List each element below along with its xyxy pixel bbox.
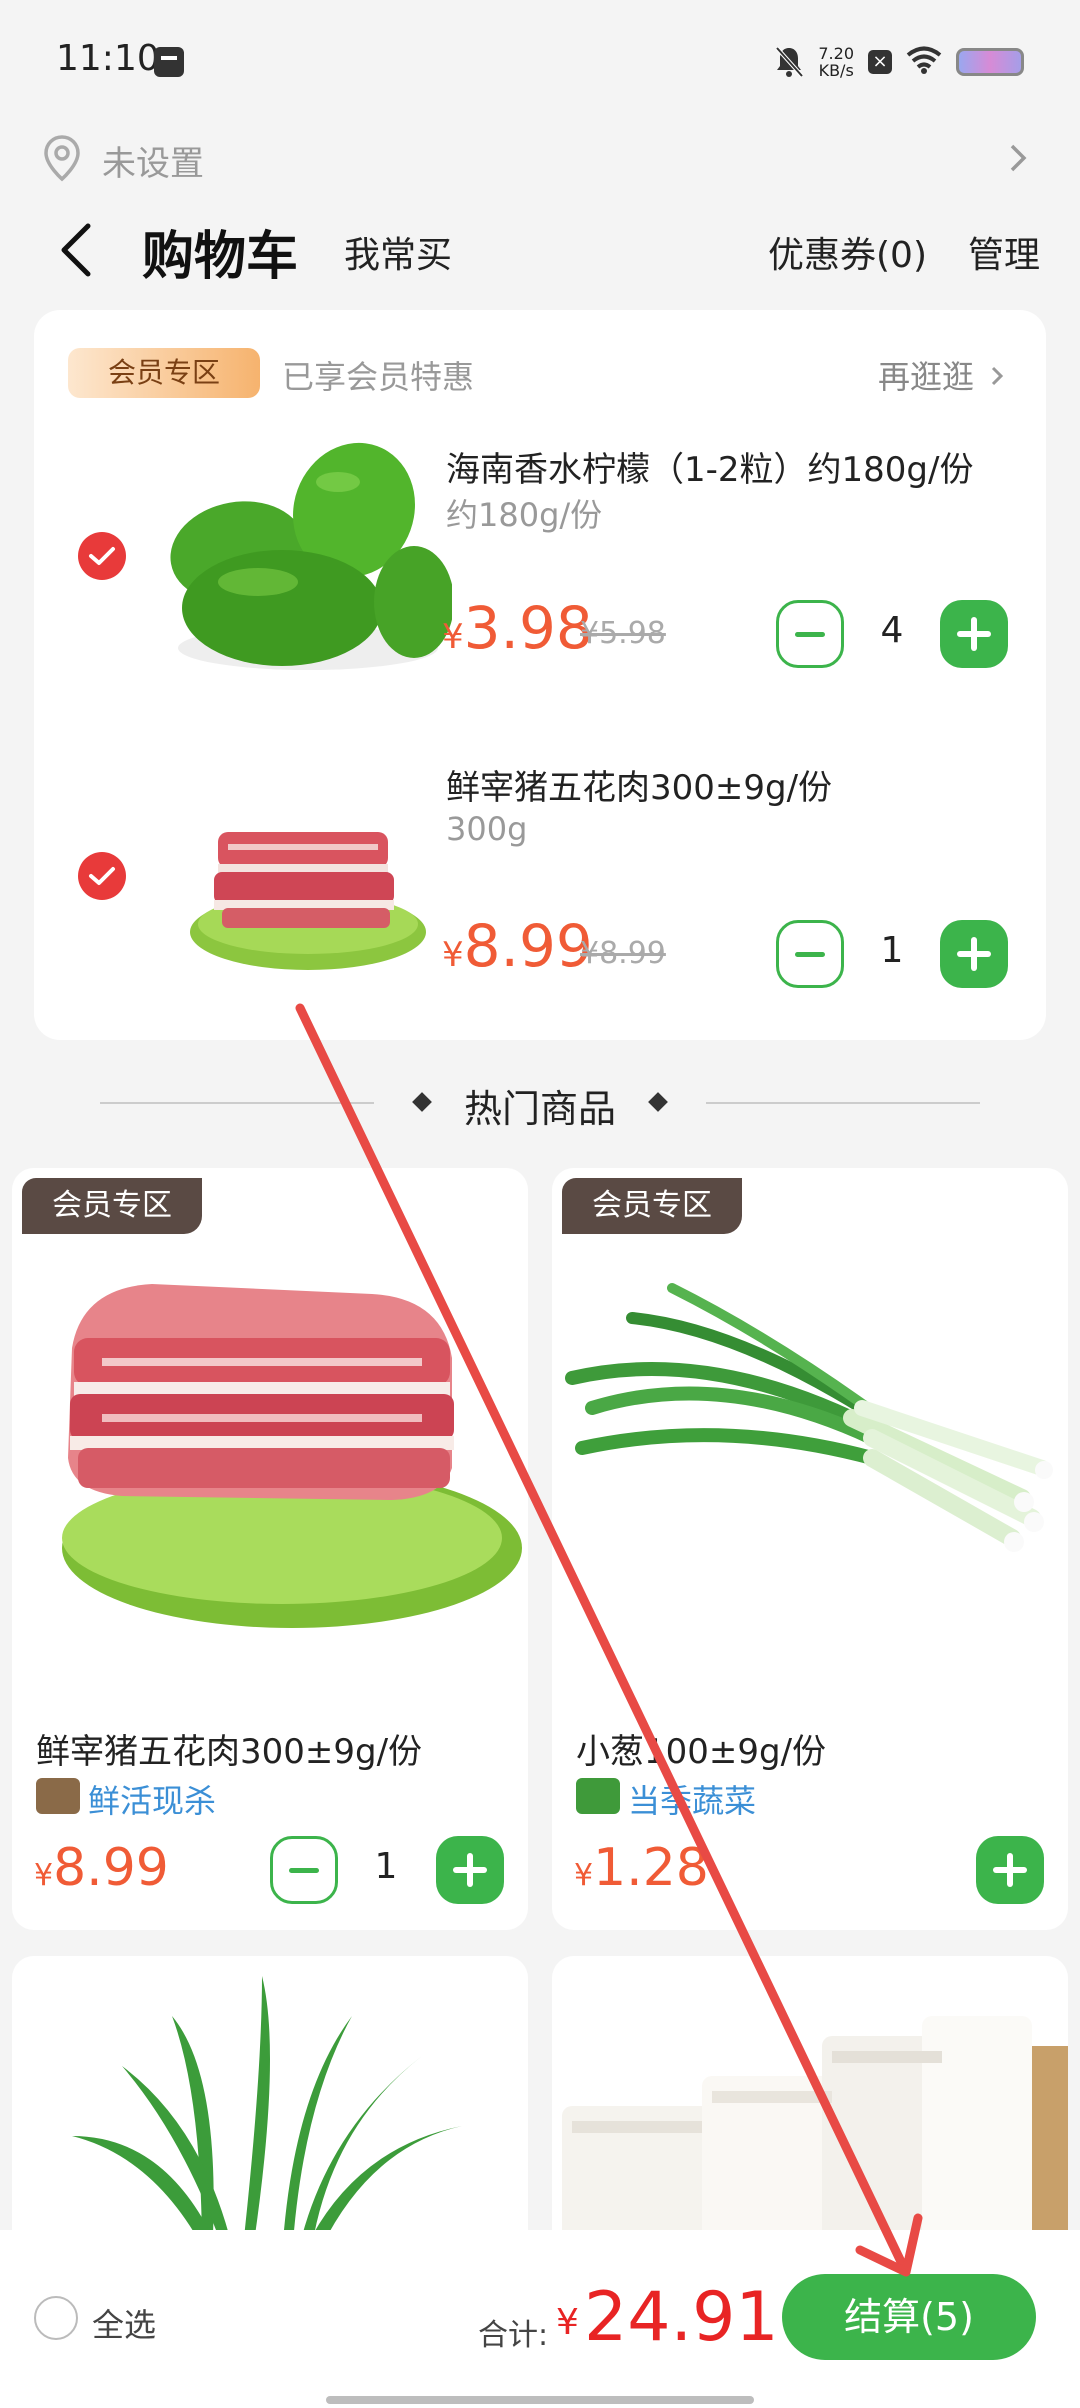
quantity-value: 4 <box>880 610 904 651</box>
select-all-label[interactable]: 全选 <box>92 2300 156 2346</box>
cart-item-name: 鲜宰猪五花肉300±9g/份 <box>446 768 833 808</box>
hot-products-title: 热门商品 <box>463 1087 616 1131</box>
currency-symbol: ¥ <box>574 1858 594 1893</box>
checked-icon[interactable] <box>78 532 126 580</box>
home-indicator[interactable] <box>326 2396 754 2404</box>
pork-belly-image[interactable] <box>158 752 452 1002</box>
tofu-image[interactable] <box>552 1956 1068 2256</box>
no-sim-icon: × <box>868 50 892 74</box>
cart-item: 鲜宰猪五花肉300±9g/份 300g ¥8.99 ¥8.99 1 <box>34 730 1046 1030</box>
cart-item-price: ¥3.98 <box>442 594 593 662</box>
product-feature: 鲜活现杀 <box>88 1782 217 1820</box>
member-zone-tag: 会员专区 <box>562 1178 742 1234</box>
coupon-link[interactable]: 优惠券(0) <box>768 226 927 278</box>
cart-item-original-price: ¥8.99 <box>580 936 666 971</box>
product-name: 鲜宰猪五花肉300±9g/份 <box>36 1732 423 1772</box>
location-row[interactable]: 未设置 <box>0 128 1080 188</box>
network-speed-unit: KB/s <box>818 61 854 80</box>
currency-symbol: ¥ <box>442 935 464 975</box>
cart-card: 会员专区 已享会员特惠 再逛逛 海南香水柠檬（1-2粒）约180g/份 约180… <box>34 310 1046 1040</box>
product-name: 小葱100±9g/份 <box>576 1732 827 1772</box>
vegetable-icon <box>576 1778 620 1814</box>
member-zone-tag: 会员专区 <box>22 1178 202 1234</box>
currency-symbol: ¥ <box>34 1858 54 1893</box>
total-label: 合计: <box>478 2318 549 2353</box>
chevron-right-icon <box>1002 140 1034 176</box>
pork-belly-image[interactable] <box>12 1168 528 1678</box>
currency-symbol: ¥ <box>556 2302 579 2343</box>
bell-off-icon <box>774 45 804 79</box>
price-value: 1.28 <box>593 1838 709 1898</box>
product-price: ¥8.99 <box>34 1838 169 1898</box>
status-icons: 7.20 KB/s × <box>774 40 1024 84</box>
cart-item-price: ¥8.99 <box>442 912 593 980</box>
product-card[interactable]: 会员专区 小葱100±9g/份 当季蔬菜 ¥1.28 <box>552 1168 1068 1930</box>
price-value: 8.99 <box>53 1838 169 1898</box>
status-bar: 11:10 7.20 KB/s × <box>0 0 1080 120</box>
price-value: 8.99 <box>463 912 593 980</box>
bottom-bar: 全选 合计: ¥ 24.91 结算(5) <box>0 2230 1080 2408</box>
total-amount: 24.91 <box>584 2278 779 2357</box>
network-speed-value: 7.20 <box>818 44 854 63</box>
decrease-quantity-button[interactable] <box>776 600 844 668</box>
product-price: ¥1.28 <box>574 1838 709 1898</box>
page-title: 购物车 <box>142 227 299 287</box>
wifi-icon <box>906 46 942 78</box>
hot-products-header: 热门商品 <box>0 1070 1080 1134</box>
decrease-quantity-button[interactable] <box>270 1836 338 1904</box>
currency-symbol: ¥ <box>442 617 464 657</box>
quantity-value: 1 <box>880 930 904 971</box>
member-zone-tag: 会员专区 <box>68 348 260 398</box>
member-benefit-hint: 已享会员特惠 <box>282 358 475 396</box>
product-card[interactable]: 会员专区 鲜宰猪五花肉300±9g/份 鲜活现杀 ¥8.99 1 <box>12 1168 528 1930</box>
manage-button[interactable]: 管理 <box>968 226 1040 278</box>
location-pin-icon <box>42 134 82 182</box>
checked-icon[interactable] <box>78 852 126 900</box>
chevron-right-icon <box>988 358 1006 396</box>
status-time: 11:10 <box>56 38 160 79</box>
lemon-image[interactable] <box>158 432 452 682</box>
checkout-button[interactable]: 结算(5) <box>782 2274 1036 2360</box>
select-all-checkbox[interactable] <box>34 2296 78 2340</box>
price-value: 3.98 <box>463 594 593 662</box>
browse-more-link[interactable]: 再逛逛 <box>878 352 1006 398</box>
network-speed: 7.20 KB/s <box>818 45 854 79</box>
cart-item-name: 海南香水柠檬（1-2粒）约180g/份 <box>446 450 974 490</box>
quantity-value: 1 <box>374 1846 398 1887</box>
header: 购物车 我常买 优惠券(0) 管理 <box>0 200 1080 300</box>
product-card[interactable] <box>552 1956 1068 2256</box>
location-text: 未设置 <box>102 144 204 184</box>
browse-more-label: 再逛逛 <box>877 358 974 396</box>
green-onion-image[interactable] <box>552 1168 1068 1678</box>
increase-quantity-button[interactable] <box>940 920 1008 988</box>
add-to-cart-button[interactable] <box>976 1836 1044 1904</box>
battery-icon <box>956 48 1024 76</box>
fish-icon <box>36 1778 80 1814</box>
decrease-quantity-button[interactable] <box>776 920 844 988</box>
cart-item-spec: 约180g/份 <box>446 496 603 534</box>
divider-line <box>706 1102 980 1104</box>
water-spinach-image[interactable] <box>12 1956 528 2256</box>
cart-item-original-price: ¥5.98 <box>580 616 666 651</box>
product-card[interactable] <box>12 1956 528 2256</box>
increase-quantity-button[interactable] <box>940 600 1008 668</box>
increase-quantity-button[interactable] <box>436 1836 504 1904</box>
tab-often-bought[interactable]: 我常买 <box>344 226 452 278</box>
cart-item: 海南香水柠檬（1-2粒）约180g/份 约180g/份 ¥3.98 ¥5.98 … <box>34 410 1046 710</box>
cart-item-spec: 300g <box>446 810 528 848</box>
product-feature: 当季蔬菜 <box>628 1782 757 1820</box>
message-notification-icon <box>154 47 184 77</box>
back-icon[interactable] <box>52 218 102 282</box>
